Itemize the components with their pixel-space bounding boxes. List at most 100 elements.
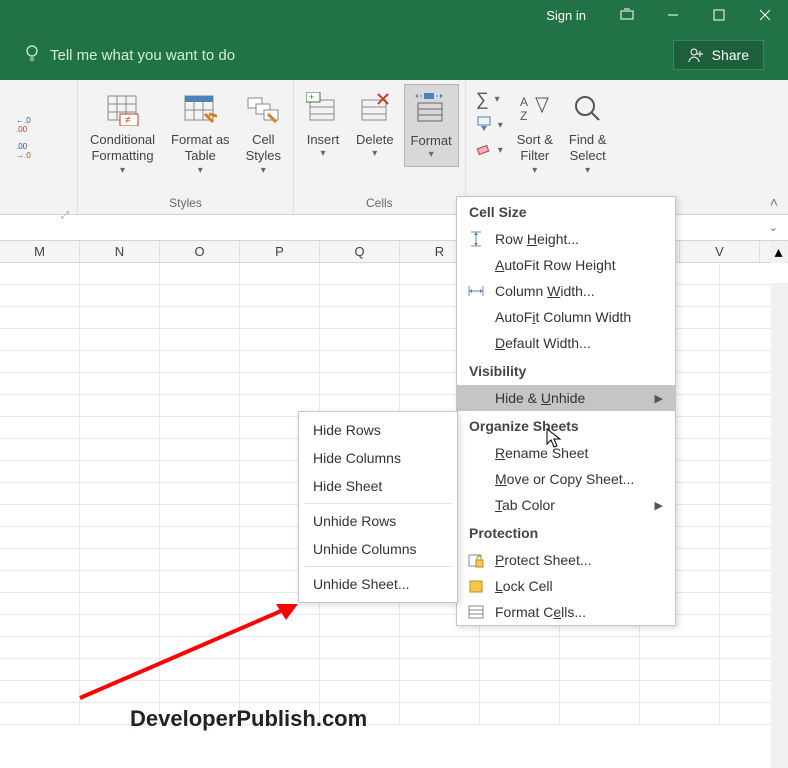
- menu-protect-sheet[interactable]: Protect Sheet...: [457, 547, 675, 573]
- chevron-down-icon: ▾: [585, 165, 590, 178]
- format-menu: Cell Size Row Height... AutoFit Row Heig…: [456, 196, 676, 626]
- share-button[interactable]: Share: [673, 40, 764, 70]
- grid-row[interactable]: [0, 659, 788, 681]
- menu-rename-sheet[interactable]: Rename Sheet: [457, 440, 675, 466]
- row-height-icon: [467, 231, 485, 247]
- submenu-hide-sheet[interactable]: Hide Sheet: [299, 472, 457, 500]
- fill-down-icon: [476, 116, 492, 135]
- svg-text:.00: .00: [16, 142, 28, 151]
- delete-cells-icon: [358, 88, 392, 130]
- expand-formula-bar-icon[interactable]: ⌄: [759, 221, 788, 234]
- svg-text:A: A: [520, 95, 528, 109]
- svg-text:≠: ≠: [125, 115, 131, 126]
- cell-styles-icon: [246, 88, 280, 130]
- number-dialog-launcher[interactable]: ⤢: [61, 210, 69, 221]
- svg-text:+: +: [309, 92, 314, 102]
- share-label: Share: [712, 47, 749, 63]
- menu-column-width[interactable]: Column Width...: [457, 278, 675, 304]
- svg-text:←.0: ←.0: [16, 116, 31, 125]
- minimize-button[interactable]: [650, 0, 696, 30]
- menu-hide-unhide[interactable]: Hide & Unhide ▶: [457, 385, 675, 411]
- format-cells-icon: [414, 89, 448, 131]
- menu-lock-cell[interactable]: Lock Cell: [457, 573, 675, 599]
- eraser-icon: [476, 141, 492, 160]
- menu-header-cellsize: Cell Size: [457, 197, 675, 226]
- menu-header-visibility: Visibility: [457, 356, 675, 385]
- menu-header-organize: Organize Sheets: [457, 411, 675, 440]
- col-header[interactable]: V: [680, 241, 760, 262]
- grid-row[interactable]: [0, 703, 788, 725]
- chevron-down-icon: ▾: [372, 148, 377, 161]
- svg-text:.00: .00: [16, 125, 28, 133]
- format-button[interactable]: Format ▾: [404, 84, 459, 167]
- format-cells-dialog-icon: [467, 604, 485, 620]
- grid-row[interactable]: [0, 681, 788, 703]
- menu-tab-color[interactable]: Tab Color▶: [457, 492, 675, 518]
- submenu-hide-columns[interactable]: Hide Columns: [299, 444, 457, 472]
- menu-row-height[interactable]: Row Height...: [457, 226, 675, 252]
- menu-separator: [305, 503, 451, 504]
- person-icon: [688, 47, 704, 63]
- col-header[interactable]: O: [160, 241, 240, 262]
- chevron-down-icon: ▾: [261, 165, 266, 178]
- svg-text:→.0: →.0: [16, 151, 31, 159]
- menu-format-cells[interactable]: Format Cells...: [457, 599, 675, 625]
- menu-separator: [305, 566, 451, 567]
- col-width-icon: [467, 283, 485, 299]
- format-as-table-button[interactable]: Format as Table ▾: [165, 84, 236, 181]
- signin-link[interactable]: Sign in: [528, 8, 604, 23]
- col-header[interactable]: N: [80, 241, 160, 262]
- menu-autofit-row[interactable]: AutoFit Row Height: [457, 252, 675, 278]
- title-bar: Sign in: [0, 0, 788, 30]
- submenu-unhide-sheet[interactable]: Unhide Sheet...: [299, 570, 457, 598]
- chevron-down-icon: ▾: [429, 149, 434, 162]
- submenu-unhide-columns[interactable]: Unhide Columns: [299, 535, 457, 563]
- fill-button[interactable]: ▾: [472, 115, 507, 136]
- clear-button[interactable]: ▾: [472, 140, 507, 161]
- tellme-bar: Tell me what you want to do Share: [0, 30, 788, 80]
- insert-button[interactable]: + Insert ▾: [300, 84, 346, 165]
- grid-row[interactable]: [0, 637, 788, 659]
- autosum-button[interactable]: ∑▾: [472, 88, 507, 111]
- sort-filter-button[interactable]: AZ Sort & Filter ▾: [511, 84, 559, 181]
- cells-group-label: Cells: [300, 193, 459, 212]
- col-header[interactable]: P: [240, 241, 320, 262]
- watermark-text: DeveloperPublish.com: [130, 706, 367, 732]
- collapse-ribbon-button[interactable]: ˄: [770, 194, 778, 210]
- tellme-placeholder[interactable]: Tell me what you want to do: [50, 47, 235, 64]
- magnifier-icon: [571, 88, 605, 130]
- sigma-icon: ∑: [476, 89, 489, 110]
- submenu-unhide-rows[interactable]: Unhide Rows: [299, 507, 457, 535]
- sort-filter-icon: AZ: [518, 88, 552, 130]
- conditional-formatting-button[interactable]: ≠ Conditional Formatting ▾: [84, 84, 161, 181]
- col-header[interactable]: M: [0, 241, 80, 262]
- chevron-down-icon: ▾: [532, 165, 537, 178]
- submenu-hide-rows[interactable]: Hide Rows: [299, 416, 457, 444]
- lightbulb-icon: [24, 43, 40, 67]
- format-as-table-icon: [183, 88, 217, 130]
- delete-button[interactable]: Delete ▾: [350, 84, 400, 165]
- menu-header-protection: Protection: [457, 518, 675, 547]
- menu-autofit-col[interactable]: AutoFit Column Width: [457, 304, 675, 330]
- cell-styles-button[interactable]: Cell Styles ▾: [240, 84, 287, 181]
- insert-cells-icon: +: [306, 88, 340, 130]
- decrease-decimal-button[interactable]: .00→.0: [12, 140, 42, 160]
- col-header[interactable]: Q: [320, 241, 400, 262]
- close-button[interactable]: [742, 0, 788, 30]
- menu-move-copy-sheet[interactable]: Move or Copy Sheet...: [457, 466, 675, 492]
- svg-text:Z: Z: [520, 109, 527, 123]
- scroll-up-icon[interactable]: ▴: [770, 241, 787, 263]
- lock-cell-icon: [467, 578, 485, 594]
- find-select-button[interactable]: Find & Select ▾: [563, 84, 613, 181]
- protect-sheet-icon: [467, 552, 485, 568]
- submenu-arrow-icon: ▶: [655, 499, 663, 512]
- menu-default-width[interactable]: Default Width...: [457, 330, 675, 356]
- maximize-button[interactable]: [696, 0, 742, 30]
- submenu-arrow-icon: ▶: [655, 392, 663, 405]
- increase-decimal-button[interactable]: ←.0.00: [12, 114, 42, 134]
- ribbon-display-icon[interactable]: [604, 0, 650, 30]
- chevron-down-icon: ▾: [120, 165, 125, 178]
- chevron-down-icon: ▾: [320, 148, 325, 161]
- vertical-scrollbar[interactable]: [771, 283, 788, 768]
- hide-unhide-submenu: Hide Rows Hide Columns Hide Sheet Unhide…: [298, 411, 458, 603]
